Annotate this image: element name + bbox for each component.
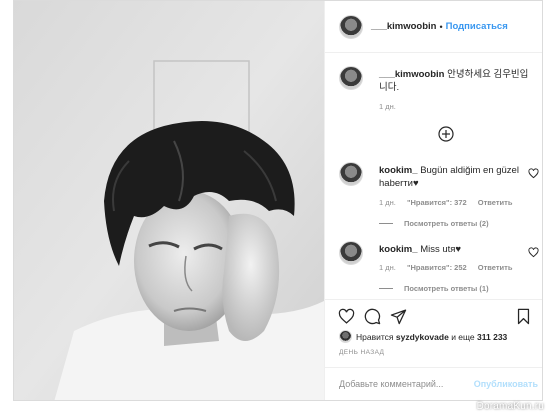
comment-text: Miss utя xyxy=(420,244,456,255)
caption-meta: 1 дн. xyxy=(379,102,405,111)
commenter-avatar[interactable] xyxy=(339,241,363,265)
caption-author-avatar[interactable] xyxy=(339,66,363,90)
comment-meta: 1 дн. "Нравится": 252 Ответить xyxy=(379,263,521,272)
share-icon[interactable] xyxy=(390,308,407,325)
likes-count[interactable]: 311 233 xyxy=(477,332,507,342)
reply-button[interactable]: Ответить xyxy=(478,198,513,207)
post-photo[interactable] xyxy=(14,1,324,400)
post-header: ___kimwoobin • Подписаться xyxy=(325,1,542,53)
view-replies-label[interactable]: Посмотреть ответы (2) xyxy=(404,219,489,228)
watermark-text: DoramaKun.ru xyxy=(476,401,544,412)
replies-divider xyxy=(379,288,393,289)
bookmark-icon[interactable] xyxy=(515,308,532,325)
comment-like-heart-icon[interactable] xyxy=(528,247,539,258)
comment-text-block: kookim_ Miss utя♥ xyxy=(379,243,529,256)
follow-button[interactable]: Подписаться xyxy=(446,21,508,32)
likes-and-more: и еще xyxy=(451,331,475,342)
add-comment-bar: Опубликовать xyxy=(325,367,542,400)
replies-divider xyxy=(379,223,393,224)
plus-circle-icon[interactable] xyxy=(438,126,454,142)
comment-like-heart-icon[interactable] xyxy=(528,168,539,179)
separator-dot: • xyxy=(439,21,443,32)
reply-button[interactable]: Ответить xyxy=(478,263,513,272)
view-replies-link[interactable]: Посмотреть ответы (1) xyxy=(379,284,489,293)
likes-prefix: Нравится xyxy=(356,331,394,342)
commenter-username[interactable]: kookim_ xyxy=(379,165,418,176)
portrait-image xyxy=(14,1,324,400)
instagram-post-window: ___kimwoobin • Подписаться ___kimwoobin … xyxy=(13,0,543,401)
author-username[interactable]: ___kimwoobin xyxy=(371,21,436,32)
comments-list[interactable]: ___kimwoobin 안녕하세요 김우빈입니다. 1 дн. kookim_… xyxy=(325,54,542,299)
post-time[interactable]: ДЕНЬ НАЗАД xyxy=(339,349,384,356)
liker-username[interactable]: syzdykovade xyxy=(396,332,449,342)
view-replies-label[interactable]: Посмотреть ответы (1) xyxy=(404,284,489,293)
watermark: DoramaKun.ru xyxy=(477,401,544,412)
liker-avatar[interactable] xyxy=(339,330,352,343)
comment-time: 1 дн. xyxy=(379,198,396,207)
caption-text-block: ___kimwoobin 안녕하세요 김우빈입니다. xyxy=(379,68,529,94)
heart-icon[interactable] xyxy=(338,308,355,325)
likes-summary: Нравится syzdykovade и еще 311 233 xyxy=(339,330,507,343)
view-replies-link[interactable]: Посмотреть ответы (2) xyxy=(379,219,489,228)
commenter-avatar[interactable] xyxy=(339,162,363,186)
author-avatar[interactable] xyxy=(339,14,363,39)
comment-likes-count[interactable]: "Нравится": 252 xyxy=(407,263,467,272)
comment-text-block: kookim_ Bugün aldiğim en güzel haberти♥ xyxy=(379,164,529,190)
post-side-panel: ___kimwoobin • Подписаться ___kimwoobin … xyxy=(324,1,542,400)
post-actions-section: Нравится syzdykovade и еще 311 233 ДЕНЬ … xyxy=(325,299,542,400)
comment-meta: 1 дн. "Нравится": 372 Ответить xyxy=(379,198,521,207)
heart-emoji-icon: ♥ xyxy=(412,178,419,189)
caption-time: 1 дн. xyxy=(379,102,396,111)
publish-button[interactable]: Опубликовать xyxy=(474,379,538,389)
comment-icon[interactable] xyxy=(364,308,381,325)
commenter-username[interactable]: kookim_ xyxy=(379,244,418,255)
comment-time: 1 дн. xyxy=(379,263,396,272)
heart-emoji-icon: ♥ xyxy=(455,244,462,255)
comment-input[interactable] xyxy=(339,379,474,389)
caption-username[interactable]: ___kimwoobin xyxy=(379,69,444,80)
comment-likes-count[interactable]: "Нравится": 372 xyxy=(407,198,467,207)
